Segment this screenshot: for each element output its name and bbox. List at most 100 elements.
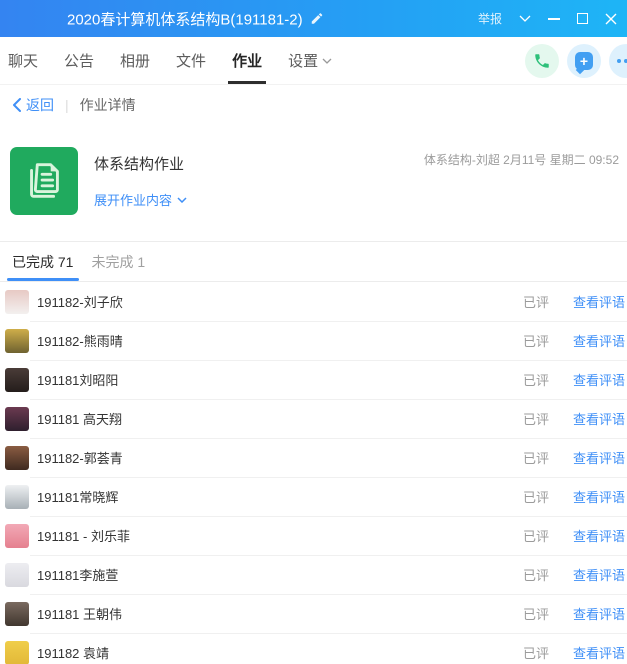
filter-tabs: 已完成 71 未完成 1	[0, 241, 627, 282]
nav-tab-label: 作业	[232, 53, 263, 70]
view-comment-link[interactable]: 查看评语	[573, 526, 625, 545]
avatar	[5, 484, 29, 509]
chevron-left-icon	[13, 98, 21, 112]
edit-pencil-icon[interactable]	[310, 12, 324, 26]
status-badge: 已评	[522, 373, 549, 388]
nav-tab-label: 相册	[120, 53, 151, 70]
chevron-down-icon	[322, 58, 332, 64]
view-comment-link[interactable]: 查看评语	[573, 331, 625, 350]
student-list: 191182-刘子欣 已评 查看评语 191182-熊雨晴 已评 查看评语 19…	[0, 282, 627, 664]
nav-tab-announcements[interactable]: 公告	[64, 37, 94, 84]
avatar	[5, 523, 29, 548]
homework-title: 体系结构作业	[94, 156, 185, 173]
student-row: 191182 袁靖 已评 查看评语	[0, 633, 627, 664]
chat-bubble-plus-icon: +	[575, 51, 593, 70]
homework-document-icon	[10, 147, 78, 215]
chevron-down-icon	[177, 196, 187, 203]
student-row: 191181 - 刘乐菲 已评 查看评语	[0, 516, 627, 555]
status-badge: 已评	[522, 607, 549, 622]
homework-meta: 体系结构-刘超 2月11号 星期二 09:52	[423, 153, 619, 167]
status-badge: 已评	[522, 568, 549, 583]
avatar	[5, 640, 29, 664]
student-name: 191181 王朝伟	[37, 607, 123, 622]
avatar	[5, 601, 29, 626]
new-chat-button[interactable]: +	[567, 43, 601, 78]
tab-completed[interactable]: 已完成 71	[6, 242, 79, 281]
student-row: 191181 王朝伟 已评 查看评语	[0, 594, 627, 633]
view-comment-link[interactable]: 查看评语	[573, 565, 625, 584]
maximize-button[interactable]	[577, 13, 588, 24]
nav-tab-homework[interactable]: 作业	[228, 37, 267, 84]
status-badge: 已评	[522, 334, 549, 349]
window-controls: 举报	[478, 0, 617, 37]
active-filter-underline	[6, 278, 79, 281]
view-comment-link[interactable]: 查看评语	[573, 370, 625, 389]
student-name: 191181李施萱	[37, 568, 119, 583]
nav-bar: 聊天 公告 相册 文件 作业 设置 +	[0, 37, 627, 85]
view-comment-link[interactable]: 查看评语	[573, 604, 625, 623]
back-label: 返回	[26, 97, 54, 113]
nav-tab-label: 聊天	[8, 53, 39, 70]
student-row: 191182-刘子欣 已评 查看评语	[0, 282, 627, 321]
window-title-text: 2020春计算机体系结构B(191181-2)	[67, 11, 303, 28]
nav-tab-settings[interactable]: 设置	[288, 37, 332, 84]
ellipsis-icon	[617, 58, 627, 63]
student-row: 191181 高天翔 已评 查看评语	[0, 399, 627, 438]
nav-tab-label: 公告	[64, 53, 95, 70]
close-icon[interactable]	[605, 13, 617, 25]
nav-tab-files[interactable]: 文件	[176, 37, 206, 84]
student-row: 191181常晓辉 已评 查看评语	[0, 477, 627, 516]
student-name: 191181常晓辉	[37, 490, 119, 505]
nav-tab-label: 文件	[176, 53, 207, 70]
filter-tab-label: 已完成 71	[12, 253, 74, 270]
window-titlebar: 2020春计算机体系结构B(191181-2) 举报	[0, 0, 627, 37]
homework-card: 体系结构作业 展开作业内容 体系结构-刘超 2月11号 星期二 09:52	[0, 123, 627, 241]
status-badge: 已评	[522, 412, 549, 427]
student-row: 191182-郭荟青 已评 查看评语	[0, 438, 627, 477]
more-button[interactable]	[609, 43, 627, 78]
page-title: 作业详情	[79, 97, 136, 113]
avatar	[5, 328, 29, 353]
homework-main: 体系结构作业 展开作业内容	[94, 147, 187, 241]
active-tab-underline	[228, 81, 267, 84]
avatar	[5, 289, 29, 314]
student-name: 191182-郭荟青	[37, 451, 123, 466]
student-row: 191181李施萱 已评 查看评语	[0, 555, 627, 594]
view-comment-link[interactable]: 查看评语	[573, 487, 625, 506]
expand-homework-link[interactable]: 展开作业内容	[94, 190, 187, 209]
minimize-button[interactable]	[548, 17, 560, 20]
student-name: 191182-刘子欣	[37, 295, 123, 310]
view-comment-link[interactable]: 查看评语	[573, 448, 625, 467]
chevron-down-icon[interactable]	[519, 15, 531, 22]
student-name: 191182-熊雨晴	[37, 334, 123, 349]
student-name: 191181 高天翔	[37, 412, 123, 427]
student-row: 191181刘昭阳 已评 查看评语	[0, 360, 627, 399]
tab-incomplete[interactable]: 未完成 1	[91, 242, 145, 281]
expand-homework-label: 展开作业内容	[94, 193, 173, 208]
breadcrumb-separator: |	[65, 97, 69, 113]
filter-tab-label: 未完成 1	[91, 253, 146, 270]
nav-tab-chat[interactable]: 聊天	[8, 37, 38, 84]
nav-tabs: 聊天 公告 相册 文件 作业 设置	[8, 37, 358, 84]
status-badge: 已评	[522, 490, 549, 505]
phone-call-button[interactable]	[525, 43, 559, 78]
status-badge: 已评	[522, 295, 549, 310]
avatar	[5, 367, 29, 392]
avatar	[5, 562, 29, 587]
back-button[interactable]: 返回	[12, 95, 54, 115]
avatar	[5, 445, 29, 470]
student-name: 191181刘昭阳	[37, 373, 119, 388]
student-name: 191182 袁靖	[37, 646, 110, 661]
phone-icon	[535, 53, 549, 68]
status-badge: 已评	[522, 451, 549, 466]
view-comment-link[interactable]: 查看评语	[573, 409, 625, 428]
report-button[interactable]: 举报	[478, 10, 502, 27]
nav-tab-label: 设置	[288, 53, 319, 70]
breadcrumb: 返回 | 作业详情	[0, 87, 627, 123]
view-comment-link[interactable]: 查看评语	[573, 643, 625, 662]
status-badge: 已评	[522, 529, 549, 544]
nav-action-icons: +	[525, 43, 627, 78]
student-name: 191181 - 刘乐菲	[37, 529, 130, 544]
view-comment-link[interactable]: 查看评语	[573, 292, 625, 311]
nav-tab-albums[interactable]: 相册	[120, 37, 150, 84]
